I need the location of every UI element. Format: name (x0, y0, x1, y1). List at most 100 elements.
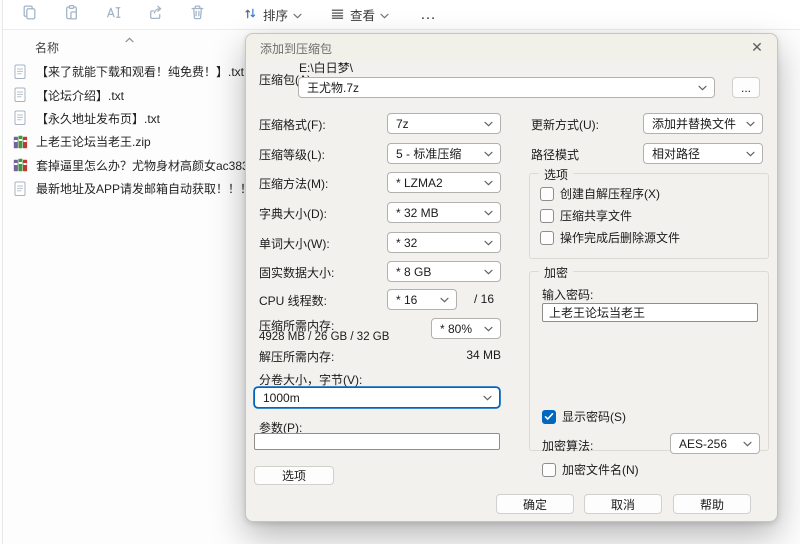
dictionary-value: * 32 MB (396, 205, 439, 220)
checkbox-unchecked-icon (540, 230, 554, 245)
delete-button[interactable] (180, 3, 214, 27)
word-size-value: * 32 (396, 235, 418, 250)
solid-size-combobox[interactable]: * 8 GB (387, 261, 501, 282)
close-icon[interactable]: ✕ (746, 38, 768, 57)
checkbox-unchecked-icon (540, 208, 554, 223)
update-mode-combobox[interactable]: 添加并替换文件 (643, 113, 763, 134)
chevron-down-icon (484, 151, 493, 157)
password-input[interactable] (542, 303, 758, 322)
chevron-down-icon (484, 210, 493, 216)
text-file-icon (12, 110, 28, 126)
update-mode-value: 添加并替换文件 (652, 117, 737, 131)
encrypt-filenames-checkbox[interactable]: 加密文件名(N) (542, 461, 639, 478)
dictionary-label: 字典大小(D): (259, 207, 327, 221)
create-sfx-label: 创建自解压程序(X) (560, 187, 660, 201)
share-button[interactable] (138, 3, 172, 27)
cancel-button[interactable]: 取消 (584, 494, 662, 514)
options-group-title: 选项 (539, 166, 574, 183)
encryption-group: 加密 输入密码: 显示密码(S) 加密算法: AES-256 加密文件名(N) (529, 264, 769, 477)
sort-ascending-icon (125, 30, 134, 48)
solid-size-label: 固实数据大小: (259, 266, 335, 280)
column-header-name[interactable]: 名称 (35, 39, 59, 56)
compress-shared-label: 压缩共享文件 (560, 209, 633, 223)
cpu-threads-combobox[interactable]: * 16 (387, 289, 457, 310)
level-combobox[interactable]: 5 - 标准压缩 (387, 143, 501, 164)
method-value: * LZMA2 (396, 175, 443, 190)
cpu-threads-max: / 16 (474, 292, 495, 306)
view-label: 查看 (350, 9, 376, 23)
algorithm-label: 加密算法: (542, 439, 594, 453)
list-item[interactable]: 套掉逼里怎么办？尤物身材高颜女ac383... (12, 154, 259, 177)
chevron-down-icon (484, 326, 493, 332)
memory-decompress-value: 34 MB (466, 348, 501, 362)
show-password-label: 显示密码(S) (562, 410, 626, 424)
list-item[interactable]: 【来了就能下载和观看！纯免费！】.txt (12, 60, 252, 83)
rename-button[interactable] (96, 3, 130, 27)
memory-percent-value: * 80% (440, 321, 473, 336)
list-item[interactable]: 上老王论坛当老王.zip (12, 130, 252, 153)
archive-name-value: 王尤物.7z (307, 81, 360, 95)
chevron-down-icon (746, 151, 755, 157)
dialog-title: 添加到压缩包 (260, 42, 333, 56)
view-button[interactable]: 查看 (323, 3, 396, 27)
explorer-window: 排序 查看 … 名称 【来了就能下载和观看！纯免费！】.txt 【论坛介绍】.t… (0, 0, 800, 544)
chevron-down-icon (440, 297, 449, 303)
update-mode-label: 更新方式(U): (531, 118, 599, 132)
password-label: 输入密码: (542, 288, 594, 302)
create-sfx-checkbox[interactable]: 创建自解压程序(X) (540, 185, 660, 202)
browse-button[interactable]: ... (732, 77, 760, 98)
archive-file-icon (12, 157, 28, 173)
cpu-threads-label: CPU 线程数: (259, 294, 328, 308)
volume-size-value: 1000m (263, 390, 300, 405)
path-mode-value: 相对路径 (652, 147, 701, 161)
more-options-button[interactable]: … (410, 6, 447, 24)
text-file-icon (12, 87, 28, 103)
path-mode-combobox[interactable]: 相对路径 (643, 143, 763, 164)
archive-name-combobox[interactable]: 王尤物.7z (298, 77, 715, 98)
list-item[interactable]: 【论坛介绍】.txt (12, 83, 252, 106)
chevron-down-icon (483, 395, 492, 401)
paste-button[interactable] (54, 3, 88, 27)
ok-button[interactable]: 确定 (496, 494, 574, 514)
level-value: 5 - 标准压缩 (396, 147, 462, 161)
list-item[interactable]: 【永久地址发布页】.txt (12, 107, 252, 130)
format-combobox[interactable]: 7z (387, 113, 501, 134)
method-label: 压缩方法(M): (259, 177, 329, 191)
rename-icon (105, 4, 122, 26)
dictionary-combobox[interactable]: * 32 MB (387, 202, 501, 223)
chevron-down-icon (743, 441, 752, 447)
show-password-checkbox[interactable]: 显示密码(S) (542, 408, 626, 425)
algorithm-combobox[interactable]: AES-256 (670, 433, 760, 454)
method-combobox[interactable]: * LZMA2 (387, 172, 501, 193)
delete-after-checkbox[interactable]: 操作完成后删除源文件 (540, 229, 680, 246)
volume-size-combobox[interactable]: 1000m (254, 387, 500, 408)
chevron-down-icon (484, 240, 493, 246)
dialog-titlebar: 添加到压缩包 ✕ (246, 34, 777, 60)
path-mode-label: 路径模式 (531, 148, 580, 162)
explorer-toolbar: 排序 查看 … (3, 0, 800, 30)
list-item[interactable]: 最新地址及APP请发邮箱自动获取！！！.... (12, 177, 265, 200)
memory-compress-detail: 4928 MB / 26 GB / 32 GB (259, 331, 390, 343)
view-lines-icon (330, 6, 345, 24)
encryption-group-title: 加密 (539, 264, 574, 281)
options-group: 选项 创建自解压程序(X) 压缩共享文件 操作完成后删除源文件 (529, 166, 769, 259)
file-name: 【论坛介绍】.txt (36, 88, 125, 103)
options-button[interactable]: 选项 (254, 466, 334, 485)
chevron-down-icon (698, 85, 707, 91)
encrypt-filenames-label: 加密文件名(N) (562, 463, 639, 477)
compress-shared-checkbox[interactable]: 压缩共享文件 (540, 207, 632, 224)
window-edge (2, 0, 3, 544)
sort-button[interactable]: 排序 (236, 3, 309, 27)
memory-percent-combobox[interactable]: * 80% (431, 318, 501, 339)
word-size-label: 单词大小(W): (259, 237, 330, 251)
help-button[interactable]: 帮助 (673, 494, 751, 514)
copy-button[interactable] (12, 3, 46, 27)
chevron-down-icon (484, 121, 493, 127)
word-size-combobox[interactable]: * 32 (387, 232, 501, 253)
parameters-input[interactable] (254, 433, 500, 450)
file-name: 套掉逼里怎么办？尤物身材高颜女ac383... (36, 158, 259, 173)
solid-size-value: * 8 GB (396, 264, 432, 279)
delete-after-label: 操作完成后删除源文件 (560, 231, 681, 245)
chevron-down-icon (484, 180, 493, 186)
text-file-icon (12, 64, 28, 80)
